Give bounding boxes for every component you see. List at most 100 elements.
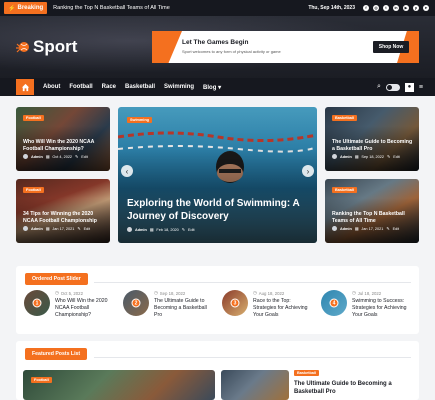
post-date-row: ◷ Oct 5, 2022	[55, 290, 113, 296]
post-date: Oct 5, 2022	[60, 290, 83, 296]
category-badge[interactable]: Swimming	[127, 117, 152, 123]
category-badge[interactable]: Basketball	[294, 370, 319, 376]
category-badge[interactable]: Basketball	[332, 115, 357, 121]
slider-prev-button[interactable]: ‹	[121, 165, 133, 177]
nav-item-blog[interactable]: Blog ▾	[203, 84, 221, 91]
twitter-icon[interactable]: t	[383, 5, 389, 11]
top-right: Thu, Sep 14th, 2023 f ◎ t in ▶ p ➤	[308, 5, 429, 11]
post-title[interactable]: Exploring the World of Swimming: A Journ…	[127, 197, 302, 223]
post-date: Jan 17, 2021	[52, 226, 75, 231]
breaking-ticker-link[interactable]: Ranking the Top N Basketball Teams of Al…	[53, 5, 170, 11]
post-date-row: ◷ Jul 18, 2022	[352, 290, 410, 296]
edit-link[interactable]: Edit	[188, 228, 195, 232]
pinterest-icon[interactable]: p	[413, 5, 419, 11]
edit-link[interactable]: Edit	[393, 155, 400, 159]
edit-link[interactable]: Edit	[84, 227, 91, 231]
post-title[interactable]: Race to the Top: Strategies for Achievin…	[253, 298, 311, 319]
post-card-football-2[interactable]: Football 34 Tips for Winning the 2020 NC…	[16, 179, 110, 243]
post-date-row: ◷ Sep 18, 2022	[154, 290, 212, 296]
edit-link[interactable]: Edit	[81, 155, 88, 159]
order-number: 2	[131, 298, 141, 308]
ordered-post-item[interactable]: 4 ◷ Jul 18, 2022 Swimming to Success: St…	[321, 290, 410, 319]
nav-item-about[interactable]: About	[43, 84, 60, 90]
post-card-football-1[interactable]: Football Who Will Win the 2020 NCAA Foot…	[16, 107, 110, 171]
post-title[interactable]: Swimming to Success: Strategies for Achi…	[352, 298, 410, 319]
banner-accent-left	[152, 31, 182, 63]
post-title[interactable]: 34 Tips for Winning the 2020 NCAA Footba…	[23, 211, 107, 224]
ordered-post-item[interactable]: 1 ◷ Oct 5, 2022 Who Will Win the 2020 NC…	[24, 290, 113, 319]
user-icon[interactable]: ●	[404, 82, 414, 92]
menu-icon[interactable]: ≡	[419, 84, 423, 91]
post-author[interactable]: Admin	[135, 228, 147, 232]
post-thumbnail[interactable]: 1	[24, 290, 50, 316]
post-title[interactable]: Ranking the Top N Basketball Teams of Al…	[332, 211, 416, 224]
telegram-icon[interactable]: ➤	[423, 5, 429, 11]
logo-text: Sport	[33, 37, 78, 56]
post-title[interactable]: The Ultimate Guide to Becoming a Basketb…	[294, 380, 419, 396]
post-meta: Admin ▦ Feb 18, 2020 ✎ Edit	[127, 227, 195, 232]
nav-item-race[interactable]: Race	[102, 84, 116, 90]
site-logo[interactable]: Sport	[16, 37, 77, 57]
post-thumbnail[interactable]: 2	[123, 290, 149, 316]
youtube-icon[interactable]: ▶	[403, 5, 409, 11]
section-header: Ordered Post Slider	[25, 273, 88, 285]
post-title[interactable]: The Ultimate Guide to Becoming a Basketb…	[154, 298, 212, 319]
category-badge[interactable]: Football	[23, 115, 44, 121]
clock-icon: ◷	[253, 290, 257, 295]
bolt-icon: ⚡	[8, 5, 16, 12]
category-badge[interactable]: Football	[31, 377, 52, 383]
site-header: Sport Let The Games Begin Sport welcomes…	[0, 16, 435, 78]
post-meta: Admin ▦ Jan 17, 2021 ✎ Edit	[332, 226, 399, 231]
ordered-post-item[interactable]: 3 ◷ Aug 18, 2022 Race to the Top: Strate…	[222, 290, 311, 319]
post-title[interactable]: Who Will Win the 2020 NCAA Football Cham…	[23, 139, 107, 152]
clock-icon: ◷	[352, 290, 356, 295]
nav-item-football[interactable]: Football	[69, 84, 92, 90]
shop-now-button[interactable]: Shop Now	[373, 41, 409, 53]
ordered-post-item[interactable]: 2 ◷ Sep 18, 2022 The Ultimate Guide to B…	[123, 290, 212, 319]
post-card-basketball-2[interactable]: Basketball Ranking the Top N Basketball …	[325, 179, 419, 243]
post-author[interactable]: Admin	[31, 227, 43, 231]
current-date: Thu, Sep 14th, 2023	[308, 5, 355, 11]
avatar	[23, 226, 28, 231]
featured-post-thumbnail[interactable]	[221, 370, 289, 400]
main-nav: About Football Race Basketball Swimming …	[0, 78, 435, 96]
home-icon[interactable]	[16, 79, 34, 95]
post-date: Sep 18, 2022	[361, 154, 384, 159]
post-title[interactable]: Who Will Win the 2020 NCAA Football Cham…	[55, 298, 113, 319]
nav-item-basketball[interactable]: Basketball	[125, 84, 155, 90]
clock-icon: ◷	[55, 290, 59, 295]
nav-item-blog-label: Blog	[203, 84, 217, 91]
search-icon[interactable]: ⌕	[377, 83, 381, 91]
facebook-icon[interactable]: f	[363, 5, 369, 11]
order-number: 3	[230, 298, 240, 308]
category-badge[interactable]: Football	[23, 187, 44, 193]
slider-next-button[interactable]: ›	[302, 165, 314, 177]
avatar	[127, 227, 132, 232]
nav-item-swimming[interactable]: Swimming	[164, 84, 194, 90]
instagram-icon[interactable]: ◎	[373, 5, 379, 11]
category-badge[interactable]: Basketball	[332, 187, 357, 193]
dark-mode-toggle[interactable]	[385, 83, 400, 91]
edit-link[interactable]: Edit	[393, 227, 400, 231]
post-author[interactable]: Admin	[340, 227, 352, 231]
post-date-row: ◷ Aug 18, 2022	[253, 290, 311, 296]
section-divider	[94, 282, 411, 283]
section-header: Featured Posts List	[25, 348, 88, 360]
linkedin-icon[interactable]: in	[393, 5, 399, 11]
calendar-icon: ▦	[45, 227, 50, 231]
featured-post-large[interactable]: Football	[23, 370, 215, 400]
post-card-basketball-1[interactable]: Basketball The Ultimate Guide to Becomin…	[325, 107, 419, 171]
post-thumbnail[interactable]: 4	[321, 290, 347, 316]
post-title[interactable]: The Ultimate Guide to Becoming a Basketb…	[332, 139, 416, 152]
post-date: Oct 4, 2022	[52, 154, 73, 159]
post-card-swimming-featured[interactable]: Swimming Exploring the World of Swimming…	[118, 107, 317, 243]
post-thumbnail[interactable]: 3	[222, 290, 248, 316]
post-date: Sep 18, 2022	[159, 290, 186, 296]
section-title: Featured Posts List	[25, 348, 88, 360]
post-date: Aug 18, 2022	[258, 290, 285, 296]
header-ad-banner[interactable]: Let The Games Begin Sport welcomes to an…	[152, 31, 419, 63]
post-meta: Admin ▦ Oct 4, 2022 ✎ Edit	[23, 154, 88, 159]
post-author[interactable]: Admin	[340, 155, 352, 159]
post-author[interactable]: Admin	[31, 155, 43, 159]
top-bar: ⚡ Breaking Ranking the Top N Basketball …	[0, 0, 435, 16]
